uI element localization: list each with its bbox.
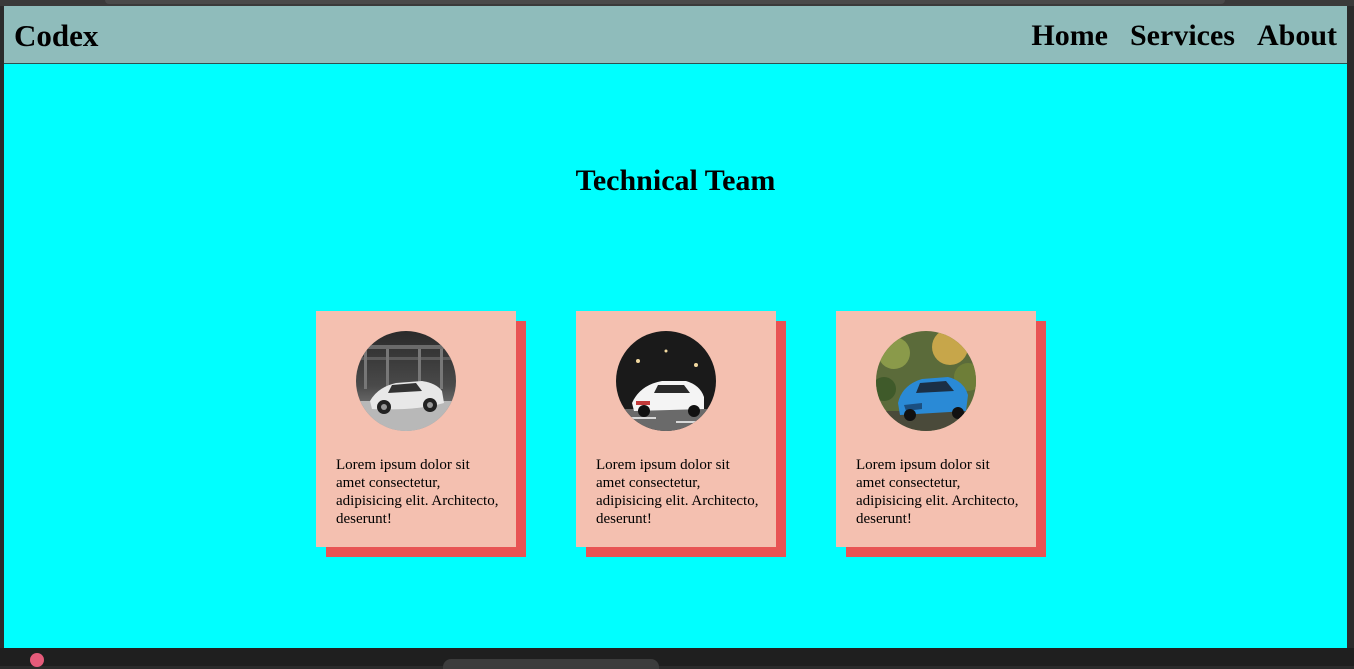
team-card: Lorem ipsum dolor sit amet consectetur, …: [576, 311, 786, 557]
taskbar-search-box[interactable]: [443, 659, 659, 669]
navbar: Codex Home Services About: [4, 6, 1347, 64]
brand-logo[interactable]: Codex: [14, 18, 98, 54]
card-text: Lorem ipsum dolor sit amet consectetur, …: [336, 457, 499, 527]
browser-tab-strip[interactable]: [105, 0, 1225, 4]
nav-links: Home Services About: [1009, 19, 1337, 53]
team-card: Lorem ipsum dolor sit amet consectetur, …: [316, 311, 526, 557]
card-body: Lorem ipsum dolor sit amet consectetur, …: [836, 311, 1036, 547]
card-text: Lorem ipsum dolor sit amet consectetur, …: [856, 457, 1019, 527]
card-body: Lorem ipsum dolor sit amet consectetur, …: [316, 311, 516, 547]
car-photo-white-sports-car: [356, 331, 456, 431]
avatar: [876, 331, 976, 431]
nav-link-about[interactable]: About: [1257, 19, 1337, 53]
nav-link-services[interactable]: Services: [1130, 19, 1235, 53]
team-card: Lorem ipsum dolor sit amet consectetur, …: [836, 311, 1046, 557]
avatar: [356, 331, 456, 431]
avatar: [616, 331, 716, 431]
section-title: Technical Team: [575, 164, 776, 197]
weather-icon[interactable]: [30, 653, 44, 667]
nav-link-home[interactable]: Home: [1031, 19, 1108, 53]
page-viewport: Codex Home Services About Technical Team: [4, 6, 1347, 648]
os-taskbar: [0, 648, 1354, 669]
car-photo-blue-car-forest: [876, 331, 976, 431]
car-photo-white-car-night: [616, 331, 716, 431]
card-body: Lorem ipsum dolor sit amet consectetur, …: [576, 311, 776, 547]
card-text: Lorem ipsum dolor sit amet consectetur, …: [596, 457, 759, 527]
